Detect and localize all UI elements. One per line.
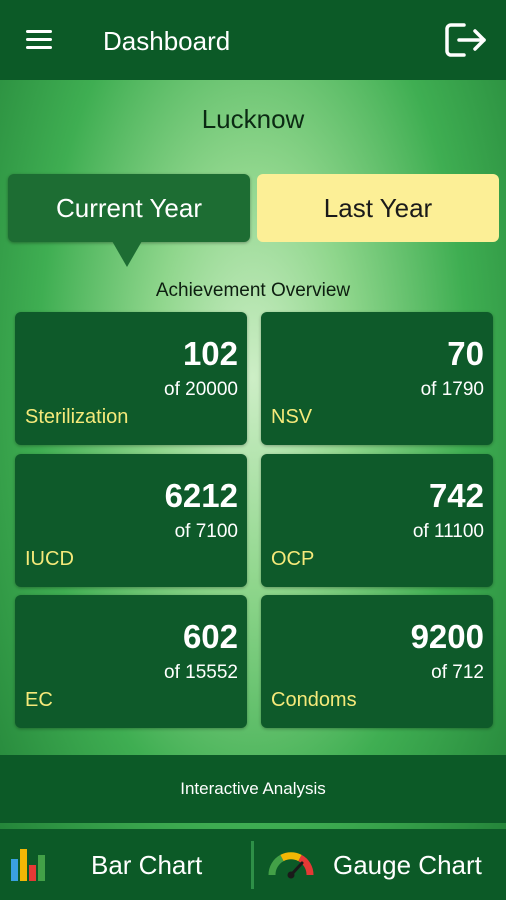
- card-target: of 20000: [164, 379, 238, 400]
- card-value: 70: [447, 335, 484, 372]
- page-title: Dashboard: [103, 26, 231, 56]
- card-label: Condoms: [271, 689, 357, 711]
- bar-chart-button[interactable]: Bar Chart: [0, 829, 250, 900]
- card-value: 9200: [410, 618, 484, 655]
- gauge-icon: [268, 852, 314, 879]
- gauge-chart-label: Gauge Chart: [333, 850, 482, 880]
- card-value: 6212: [164, 477, 238, 514]
- card-value: 102: [182, 335, 238, 372]
- card-target: of 1790: [420, 379, 484, 400]
- card-iucd[interactable]: 6212 of 7100 IUCD: [15, 454, 247, 587]
- card-target: of 712: [431, 662, 484, 683]
- hamburger-menu-icon[interactable]: [20, 26, 60, 56]
- card-ec[interactable]: 602 of 15552 EC: [15, 595, 247, 728]
- bar-chart-label: Bar Chart: [91, 850, 203, 880]
- card-nsv[interactable]: 70 of 1790 NSV: [261, 312, 493, 445]
- card-label: Sterilization: [25, 406, 129, 428]
- card-label: EC: [25, 689, 53, 711]
- achievement-overview-title: Achievement Overview: [155, 280, 351, 301]
- card-target: of 11100: [412, 521, 484, 542]
- tab-last-year[interactable]: Last Year: [257, 174, 499, 242]
- card-label: IUCD: [25, 548, 74, 570]
- card-ocp[interactable]: 742 of 11100 OCP: [261, 454, 493, 587]
- bar-chart-icon: [11, 849, 45, 881]
- card-condoms[interactable]: 9200 of 712 Condoms: [261, 595, 493, 728]
- bottom-nav: Bar Chart Gauge Chart: [0, 829, 506, 900]
- logout-icon[interactable]: [444, 22, 490, 58]
- card-sterilization[interactable]: 102 of 20000 Sterilization: [15, 312, 247, 445]
- card-value: 602: [182, 618, 238, 655]
- tab-selection-pointer: [112, 241, 142, 267]
- app-bar: Dashboard: [0, 0, 506, 80]
- card-label: NSV: [271, 406, 313, 428]
- location-title: Lucknow: [201, 104, 305, 134]
- gauge-chart-button[interactable]: Gauge Chart: [256, 829, 506, 900]
- card-target: of 7100: [174, 521, 238, 542]
- nav-divider: [251, 841, 254, 889]
- tab-current-year[interactable]: Current Year: [8, 174, 250, 242]
- card-value: 742: [428, 477, 484, 514]
- interactive-analysis-button[interactable]: Interactive Analysis: [0, 755, 506, 823]
- card-target: of 15552: [164, 662, 238, 683]
- card-label: OCP: [271, 548, 315, 570]
